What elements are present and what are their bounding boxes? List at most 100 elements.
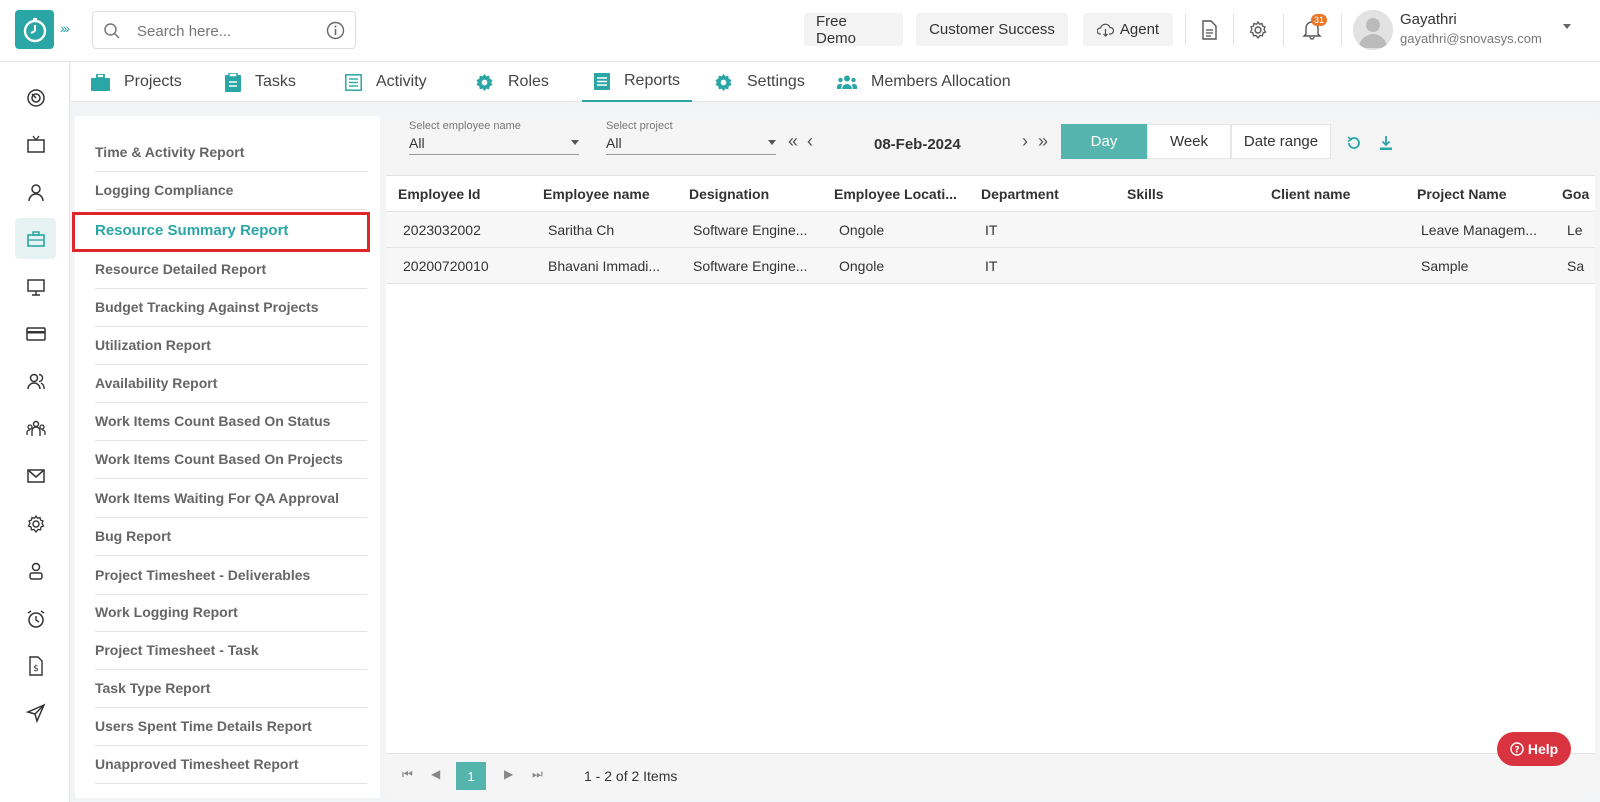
column-header[interactable]: Goa <box>1562 186 1589 202</box>
page-number-button[interactable]: 1 <box>456 762 486 790</box>
table-row[interactable]: 20200720010 Bhavani Immadi... Software E… <box>386 248 1595 284</box>
filter-bar: Select employee name All Select project … <box>386 116 1595 176</box>
rail-team[interactable] <box>15 360 56 401</box>
day-toggle[interactable]: Day <box>1061 124 1147 159</box>
table-cell: Sa <box>1567 258 1585 274</box>
underline <box>606 154 776 155</box>
table-header: Employee Id Employee name Designation Em… <box>386 176 1595 212</box>
download-icon[interactable] <box>1378 135 1394 151</box>
pagination-info: 1 - 2 of 2 Items <box>584 768 678 784</box>
report-item[interactable]: Bug Report <box>95 517 367 556</box>
column-header[interactable]: Designation <box>689 186 769 202</box>
settings-button[interactable] <box>1243 15 1273 45</box>
rail-profile[interactable] <box>15 550 56 591</box>
last-page-icon[interactable]: ⏭ <box>532 767 543 782</box>
user-menu-caret-icon[interactable] <box>1563 24 1571 29</box>
notifications-button[interactable]: 31 <box>1297 14 1327 44</box>
column-header[interactable]: Client name <box>1271 186 1350 202</box>
tab-tasks[interactable]: Tasks <box>225 62 296 102</box>
rail-projects[interactable] <box>15 218 56 259</box>
first-date-icon[interactable]: « <box>788 131 798 152</box>
people-icon <box>837 75 857 89</box>
table-row[interactable]: 2023032002 Saritha Ch Software Engine...… <box>386 212 1595 248</box>
avatar[interactable] <box>1353 10 1393 50</box>
tab-label: Reports <box>624 72 681 89</box>
report-item[interactable]: Resource Detailed Report <box>95 250 367 289</box>
search-icon <box>104 23 120 39</box>
tab-reports[interactable]: Reports <box>582 62 693 102</box>
report-item[interactable]: Project Timesheet - Task <box>95 631 367 670</box>
customer-success-button[interactable]: Customer Success <box>916 13 1068 46</box>
report-item[interactable]: Work Items Count Based On Status <box>95 402 367 441</box>
column-header[interactable]: Project Name <box>1417 186 1506 202</box>
table-cell: Ongole <box>839 258 885 274</box>
report-item[interactable]: Users Spent Time Details Report <box>95 707 367 746</box>
invoice-icon: $ <box>28 655 43 676</box>
free-demo-button[interactable]: Free Demo <box>804 13 903 47</box>
users-icon <box>26 373 45 389</box>
first-page-icon[interactable]: ⏮ <box>402 767 413 782</box>
employee-filter-select[interactable]: All <box>409 135 425 151</box>
document-icon <box>1202 20 1217 40</box>
tab-members-allocation[interactable]: Members Allocation <box>837 62 1011 102</box>
rail-tv[interactable] <box>15 124 56 165</box>
tab-activity[interactable]: Activity <box>345 62 427 102</box>
rail-send[interactable] <box>15 692 56 733</box>
report-item[interactable]: Time & Activity Report <box>95 133 367 172</box>
next-date-icon[interactable]: › <box>1022 131 1028 152</box>
column-header[interactable]: Employee Id <box>398 186 480 202</box>
gear-icon <box>27 514 44 533</box>
column-header[interactable]: Department <box>981 186 1059 202</box>
tab-settings[interactable]: Settings <box>714 62 805 102</box>
chevron-down-icon[interactable] <box>768 140 776 145</box>
report-item[interactable]: Work Items Count Based On Projects <box>95 440 367 479</box>
column-header[interactable]: Employee name <box>543 186 650 202</box>
search-input[interactable] <box>137 20 307 42</box>
previous-date-icon[interactable]: ‹ <box>807 131 813 152</box>
app-logo[interactable] <box>15 10 54 49</box>
next-page-icon[interactable]: ▶ <box>504 767 513 781</box>
person-badge-icon <box>28 562 43 580</box>
refresh-icon[interactable] <box>1346 135 1362 151</box>
rail-group[interactable] <box>15 408 56 449</box>
column-header[interactable]: Skills <box>1127 186 1164 202</box>
report-item[interactable]: Logging Compliance <box>95 171 367 210</box>
column-header[interactable]: Employee Locati... <box>834 186 957 202</box>
clipboard-icon <box>225 72 241 92</box>
expand-sidebar-icon[interactable]: ››› <box>60 20 70 36</box>
tab-projects[interactable]: Projects <box>91 62 182 102</box>
report-item[interactable]: Utilization Report <box>95 326 367 365</box>
rail-monitor[interactable] <box>15 266 56 307</box>
rail-mail[interactable] <box>15 455 56 496</box>
search-box <box>92 11 356 49</box>
chevron-down-icon[interactable] <box>571 140 579 145</box>
tab-roles[interactable]: Roles <box>475 62 549 102</box>
info-icon[interactable] <box>326 21 345 40</box>
rail-user[interactable] <box>15 171 56 212</box>
project-filter-select[interactable]: All <box>606 135 622 151</box>
report-item[interactable]: Availability Report <box>95 364 367 403</box>
agent-button[interactable]: Agent <box>1083 13 1173 46</box>
report-item[interactable]: Budget Tracking Against Projects <box>95 288 367 327</box>
rail-settings[interactable] <box>15 503 56 544</box>
document-button[interactable] <box>1194 15 1224 45</box>
table-cell: Bhavani Immadi... <box>548 258 661 274</box>
report-item[interactable]: Task Type Report <box>95 669 367 708</box>
report-item[interactable]: Project Timesheet - Deliverables <box>95 556 367 595</box>
table-cell: IT <box>985 258 998 274</box>
week-toggle[interactable]: Week <box>1147 124 1231 159</box>
report-item[interactable]: Work Items Waiting For QA Approval <box>95 479 367 518</box>
report-item[interactable]: Unapproved Timesheet Report <box>95 745 367 784</box>
rail-dashboard[interactable] <box>15 77 56 118</box>
help-button[interactable]: ? Help <box>1497 732 1571 766</box>
date-range-toggle[interactable]: Date range <box>1231 124 1331 159</box>
pagination: ⏮ ◀ 1 ▶ ⏭ 1 - 2 of 2 Items <box>386 753 1595 798</box>
rail-alarm[interactable] <box>15 598 56 639</box>
rail-card[interactable] <box>15 313 56 354</box>
last-date-icon[interactable]: » <box>1038 131 1048 152</box>
report-item[interactable]: Work Logging Report <box>95 593 367 632</box>
help-icon: ? <box>1510 742 1524 756</box>
rail-invoice[interactable]: $ <box>15 645 56 686</box>
previous-page-icon[interactable]: ◀ <box>431 767 440 781</box>
notification-badge: 31 <box>1310 14 1327 26</box>
